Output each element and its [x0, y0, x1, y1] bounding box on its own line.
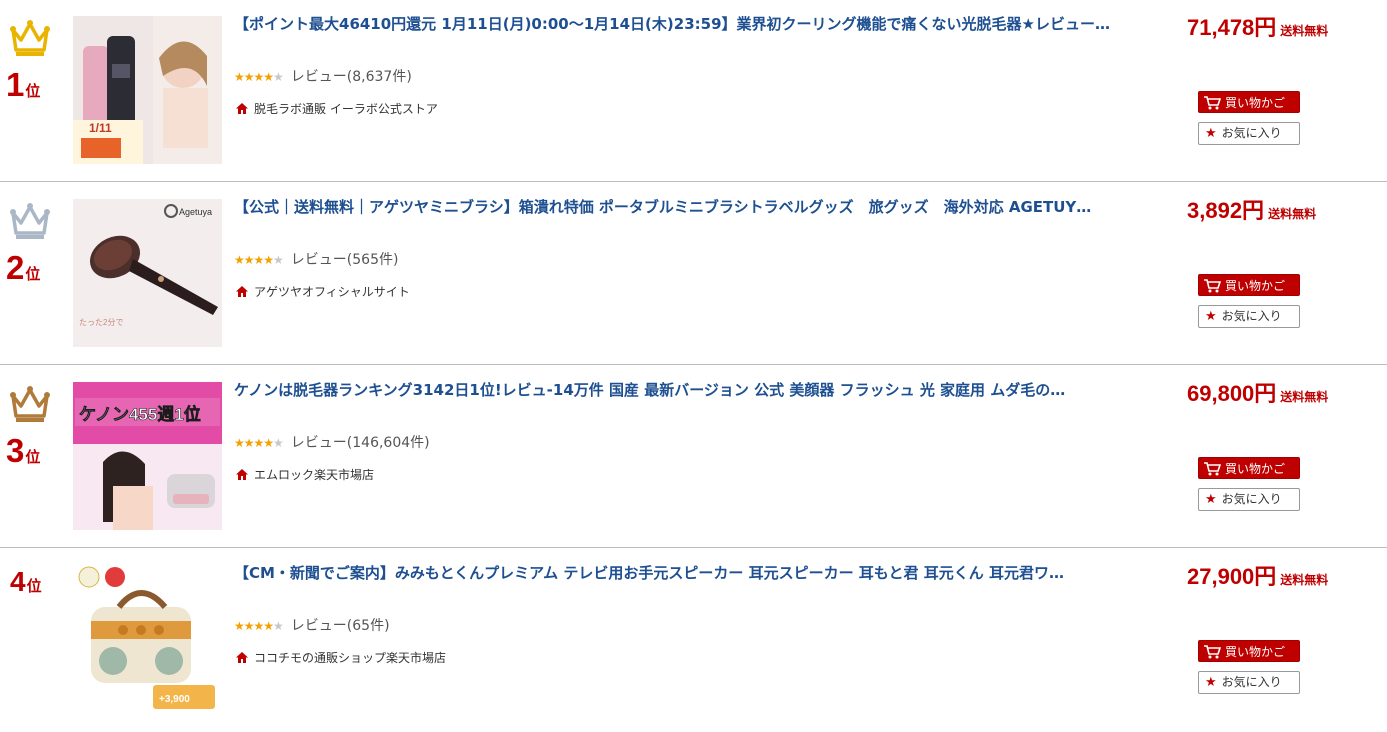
rank-number: 2位 — [6, 249, 41, 286]
svg-text:たった2分で: たった2分で — [79, 318, 123, 327]
bronze-crown-icon — [10, 386, 50, 422]
price: 69,800円 — [1187, 381, 1277, 406]
shop-link[interactable]: 脱毛ラボ通販 イーラボ公式ストア — [235, 100, 438, 117]
cart-icon — [1204, 96, 1221, 110]
row-divider — [0, 364, 1387, 365]
ranking-item: 2位 Agetuya たった2分で 【公式｜送料無料｜アゲツヤミニブラシ】箱潰れ… — [0, 183, 1387, 366]
shipping-free-label: 送料無料 — [1268, 207, 1317, 221]
cart-icon — [1204, 462, 1221, 476]
price-block: 71,478円 送料無料 — [1187, 10, 1377, 42]
rating-stars: ★★★★★ — [234, 253, 284, 267]
price-block: 3,892円 送料無料 — [1187, 193, 1377, 225]
product-image[interactable]: 1/11 — [73, 16, 222, 164]
ranking-item: 4位 +3,900 【CM・新聞でご案内】みみもとくんプレミアム テレビ用お手元… — [0, 549, 1387, 732]
shipping-free-label: 送料無料 — [1280, 24, 1329, 38]
shop-home-icon — [236, 103, 248, 114]
shipping-free-label: 送料無料 — [1280, 390, 1329, 404]
star-icon: ★ — [1205, 492, 1217, 507]
shipping-free-label: 送料無料 — [1280, 573, 1329, 587]
product-image[interactable]: ケノン455週1位 — [73, 382, 222, 530]
silver-crown-icon — [10, 203, 50, 239]
rank-number: 3位 — [6, 432, 41, 469]
add-to-favorites-button[interactable]: ★ お気に入り — [1198, 305, 1300, 328]
rank-badge: 4位 — [0, 549, 62, 669]
ranking-list: 1位 1/11 【ポイント最大46410円還元 1月11日(月)0:00～1月1… — [0, 0, 1387, 718]
shop-home-icon — [236, 286, 248, 297]
star-icon: ★ — [1205, 309, 1217, 324]
ranking-item: 3位 ケノン455週1位 ケノンは脱毛器ランキング3142日1位!レビュ-14万… — [0, 366, 1387, 549]
product-title-link[interactable]: 【CM・新聞でご案内】みみもとくんプレミアム テレビ用お手元スピーカー 耳元スピ… — [234, 563, 1124, 584]
price: 3,892円 — [1187, 198, 1265, 223]
star-icon: ★ — [1205, 675, 1217, 690]
add-to-cart-button[interactable]: 買い物かご — [1198, 640, 1300, 662]
add-to-favorites-button[interactable]: ★ お気に入り — [1198, 122, 1300, 145]
product-image[interactable]: Agetuya たった2分で — [73, 199, 222, 347]
thumb-label: ケノン455週1位 — [79, 404, 201, 424]
add-to-favorites-button[interactable]: ★ お気に入り — [1198, 671, 1300, 694]
add-to-favorites-button[interactable]: ★ お気に入り — [1198, 488, 1300, 511]
product-title-link[interactable]: 【ポイント最大46410円還元 1月11日(月)0:00～1月14日(木)23:… — [234, 14, 1124, 35]
review-summary[interactable]: ★★★★★ レビュー(565件) — [234, 249, 398, 269]
thumb-label: +3,900 — [159, 694, 190, 705]
price: 71,478円 — [1187, 15, 1277, 40]
product-title-link[interactable]: ケノンは脱毛器ランキング3142日1位!レビュ-14万件 国産 最新バージョン … — [234, 380, 1124, 401]
shop-home-icon — [236, 652, 248, 663]
thumb-label: Agetuya — [179, 207, 212, 217]
row-divider — [0, 547, 1387, 548]
price: 27,900円 — [1187, 564, 1277, 589]
add-to-cart-button[interactable]: 買い物かご — [1198, 457, 1300, 479]
review-summary[interactable]: ★★★★★ レビュー(8,637件) — [234, 66, 412, 86]
cart-icon — [1204, 645, 1221, 659]
review-summary[interactable]: ★★★★★ レビュー(146,604件) — [234, 432, 430, 452]
product-title-link[interactable]: 【公式｜送料無料｜アゲツヤミニブラシ】箱潰れ特価 ポータブルミニブラシトラベルグ… — [234, 197, 1124, 218]
review-summary[interactable]: ★★★★★ レビュー(65件) — [234, 615, 390, 635]
shop-link[interactable]: ココチモの通販ショップ楽天市場店 — [235, 649, 446, 666]
gold-crown-icon — [10, 20, 50, 56]
rank-number: 1位 — [6, 66, 41, 103]
ranking-item: 1位 1/11 【ポイント最大46410円還元 1月11日(月)0:00～1月1… — [0, 0, 1387, 183]
shop-link[interactable]: エムロック楽天市場店 — [235, 466, 374, 483]
price-block: 69,800円 送料無料 — [1187, 376, 1377, 408]
rank-badge: 1位 — [0, 0, 62, 120]
add-to-cart-button[interactable]: 買い物かご — [1198, 91, 1300, 113]
rank-badge: 2位 — [0, 183, 62, 303]
shop-link[interactable]: アゲツヤオフィシャルサイト — [235, 283, 410, 300]
rating-stars: ★★★★★ — [234, 70, 284, 84]
star-icon: ★ — [1205, 126, 1217, 141]
shop-home-icon — [236, 469, 248, 480]
thumb-label: 1/11 — [89, 121, 112, 135]
cart-icon — [1204, 279, 1221, 293]
rank-number: 4位 — [10, 566, 42, 597]
price-block: 27,900円 送料無料 — [1187, 559, 1377, 591]
rating-stars: ★★★★★ — [234, 436, 284, 450]
rank-badge: 3位 — [0, 366, 62, 486]
product-image[interactable]: +3,900 — [73, 563, 222, 711]
add-to-cart-button[interactable]: 買い物かご — [1198, 274, 1300, 296]
row-divider — [0, 181, 1387, 182]
rating-stars: ★★★★★ — [234, 619, 284, 633]
